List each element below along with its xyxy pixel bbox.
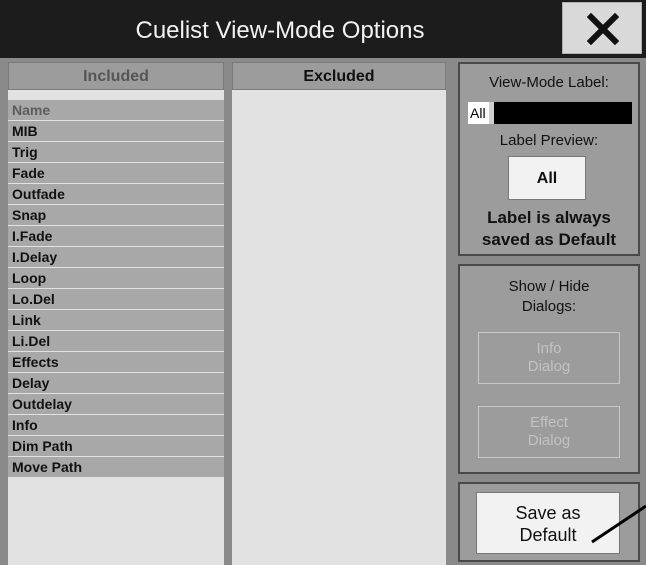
label-note-line1: Label is always (487, 208, 611, 227)
info-dialog-label-line2: Dialog (527, 358, 571, 375)
dialogs-heading-line1: Show / Hide (508, 278, 590, 295)
list-item[interactable]: Lo.Del (8, 289, 224, 310)
list-item[interactable]: Fade (8, 163, 224, 184)
included-column: Included Name MIB Trig Fade Outfade Snap I.Fad… (8, 62, 224, 565)
effect-dialog-label-line2: Dialog (527, 432, 571, 449)
dialog-title: Cuelist View-Mode Options (135, 17, 425, 44)
list-item[interactable]: Li.Del (8, 331, 224, 352)
list-item[interactable]: Loop (8, 268, 224, 289)
save-panel: Save as Default (458, 482, 640, 562)
list-item[interactable]: Link (8, 310, 224, 331)
dialogs-panel: Show / Hide Dialogs: Info Dialog Effect … (458, 264, 640, 474)
list-item[interactable]: MIB (8, 121, 224, 142)
excluded-column[interactable]: Excluded (232, 62, 446, 565)
dialogs-heading-line2: Dialogs: (521, 298, 577, 315)
list-item[interactable]: Snap (8, 205, 224, 226)
included-list: Name MIB Trig Fade Outfade Snap I.Fade I.Delay L… (8, 100, 224, 478)
list-item[interactable]: I.Fade (8, 226, 224, 247)
list-item[interactable]: Outfade (8, 184, 224, 205)
list-item[interactable]: Trig (8, 142, 224, 163)
list-item[interactable]: I.Delay (8, 247, 224, 268)
save-label-line2: Default (519, 525, 577, 545)
list-item[interactable]: Move Path (8, 457, 224, 478)
title-bar: Cuelist View-Mode Options (0, 0, 646, 58)
label-note-line2: saved as Default (481, 230, 617, 249)
close-icon (587, 13, 619, 45)
save-label-line1: Save as (515, 503, 581, 523)
list-item[interactable]: Effects (8, 352, 224, 373)
list-item[interactable]: Dim Path (8, 436, 224, 457)
effect-dialog-button[interactable]: Effect Dialog (478, 406, 620, 458)
list-item[interactable]: Name (8, 100, 224, 121)
list-item[interactable]: Delay (8, 373, 224, 394)
view-mode-label-input[interactable]: All (468, 102, 632, 124)
save-as-default-button[interactable]: Save as Default (476, 492, 620, 554)
list-item[interactable]: Outdelay (8, 394, 224, 415)
text-cursor (488, 102, 494, 124)
close-button[interactable] (562, 2, 642, 54)
info-dialog-label-line1: Info (536, 340, 562, 357)
label-panel: View-Mode Label: All Label Preview: All … (458, 62, 640, 256)
excluded-header[interactable]: Excluded (232, 62, 446, 90)
label-preview-button[interactable]: All (508, 156, 586, 200)
view-mode-label-heading: View-Mode Label: (489, 74, 609, 91)
info-dialog-button[interactable]: Info Dialog (478, 332, 620, 384)
list-item[interactable]: Info (8, 415, 224, 436)
label-row: All (468, 102, 632, 124)
effect-dialog-label-line1: Effect (529, 414, 569, 431)
label-preview-heading: Label Preview: (499, 132, 599, 149)
included-header[interactable]: Included (8, 62, 224, 90)
label-input-value: All (468, 102, 489, 124)
